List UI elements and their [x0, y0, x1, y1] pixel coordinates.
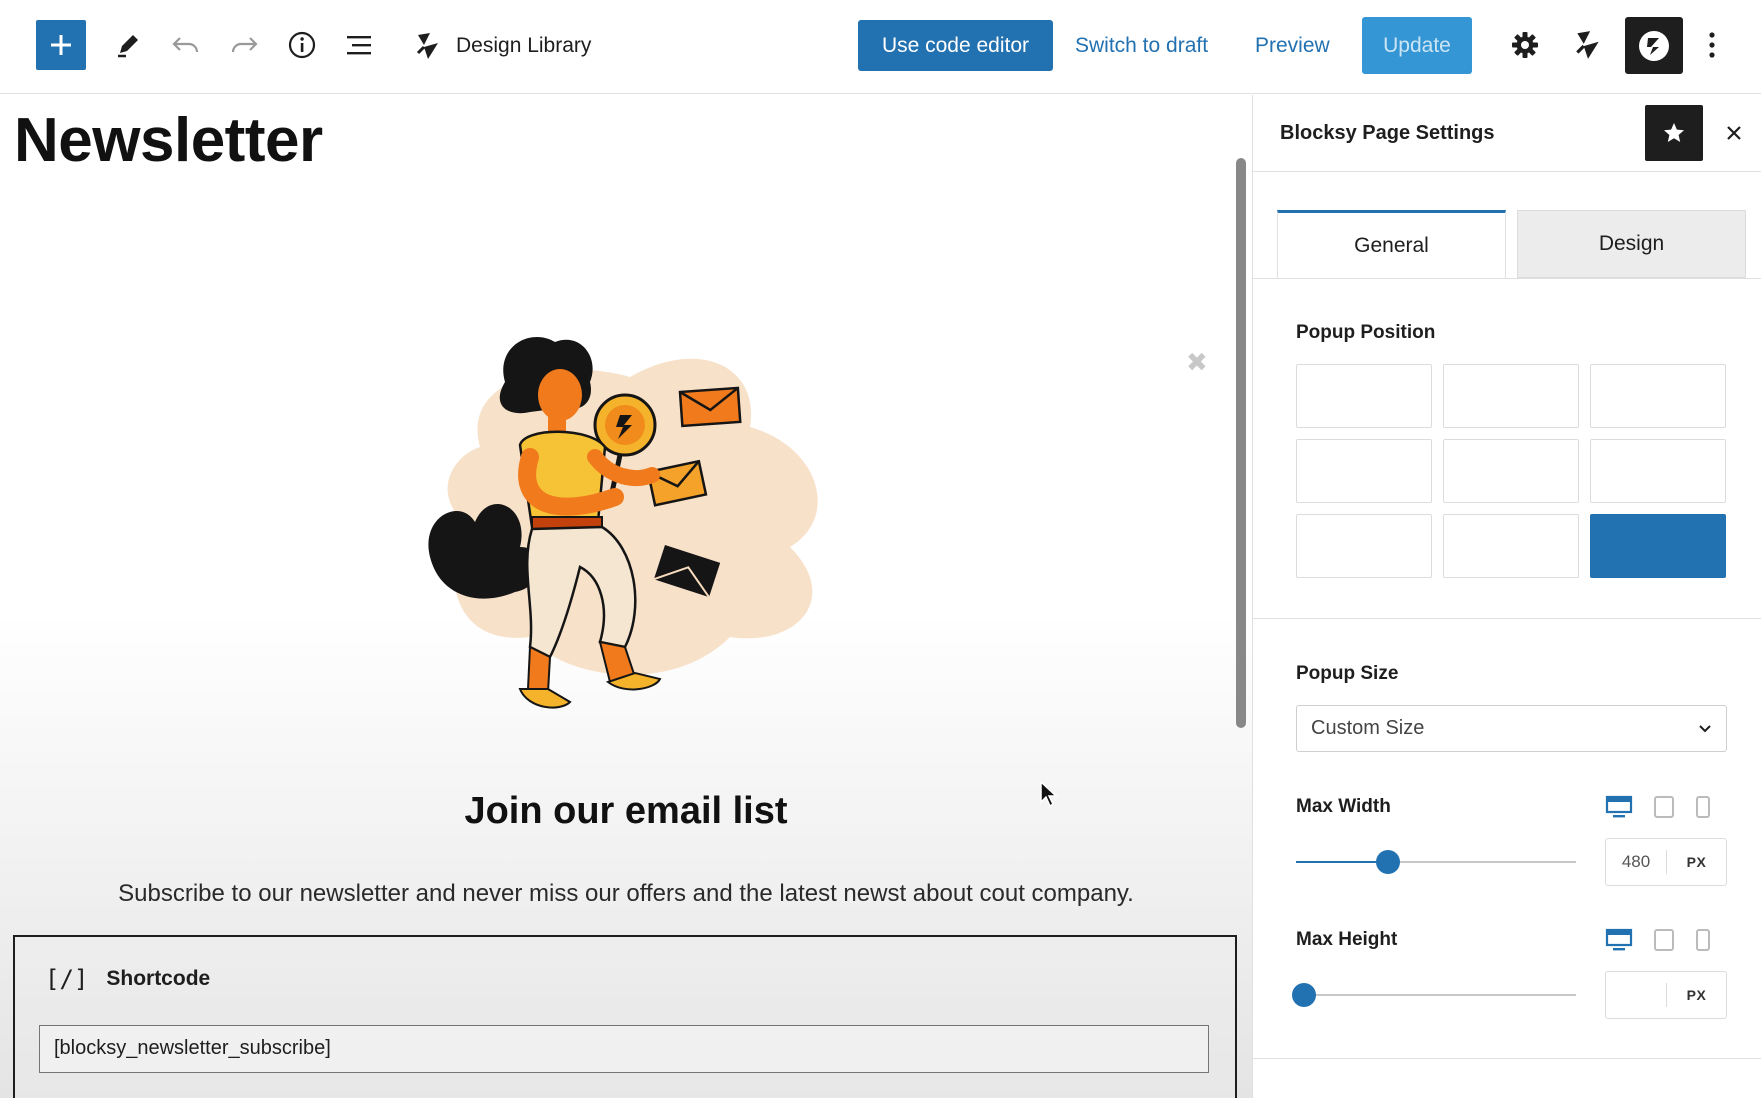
blocksy-settings-button[interactable]	[1625, 17, 1683, 74]
redo-icon	[231, 37, 258, 53]
max-height-slider[interactable]	[1292, 983, 1576, 1007]
settings-tabs: General Design	[1277, 210, 1746, 278]
position-bottom-left[interactable]	[1296, 514, 1432, 578]
info-icon	[288, 31, 316, 59]
tab-general[interactable]: General	[1277, 210, 1506, 278]
position-top-left[interactable]	[1296, 364, 1432, 428]
newsletter-illustration[interactable]	[420, 317, 830, 737]
shortcode-block-header: [/] Shortcode	[45, 965, 210, 993]
shortcode-block[interactable]: [/] Shortcode [blocksy_newsletter_subscr…	[13, 935, 1237, 1098]
position-bottom-right[interactable]	[1590, 514, 1726, 578]
tools-button[interactable]	[105, 22, 151, 68]
max-height-input[interactable]: PX	[1605, 971, 1727, 1019]
update-button[interactable]: Update	[1362, 17, 1472, 74]
mobile-icon[interactable]	[1695, 928, 1711, 952]
undo-button[interactable]	[163, 22, 209, 68]
popup-size-select[interactable]: Custom Size	[1296, 705, 1727, 752]
page-title[interactable]: Newsletter	[14, 105, 323, 176]
max-width-slider-thumb[interactable]	[1376, 850, 1401, 874]
switch-to-draft-button[interactable]: Switch to draft	[1075, 20, 1208, 71]
max-width-value[interactable]: 480	[1606, 852, 1666, 872]
tab-design[interactable]: Design	[1517, 210, 1746, 278]
plus-icon	[51, 35, 71, 55]
desktop-icon[interactable]	[1605, 795, 1633, 819]
max-width-input[interactable]: 480 PX	[1605, 838, 1727, 886]
popup-close-icon[interactable]: ✖	[1186, 347, 1208, 378]
blocksy-icon	[416, 33, 438, 59]
max-width-label: Max Width	[1296, 796, 1391, 817]
more-options-button[interactable]	[1689, 22, 1735, 68]
max-width-slider[interactable]	[1296, 850, 1576, 874]
position-top-center[interactable]	[1443, 364, 1579, 428]
mouse-cursor-icon	[1040, 780, 1058, 808]
tablet-icon[interactable]	[1653, 795, 1675, 819]
mobile-icon[interactable]	[1695, 795, 1711, 819]
shortcode-label: Shortcode	[106, 967, 211, 990]
position-top-right[interactable]	[1590, 364, 1726, 428]
desktop-icon[interactable]	[1605, 928, 1633, 952]
max-width-device-switcher	[1605, 795, 1711, 819]
popup-size-value: Custom Size	[1311, 717, 1425, 739]
sidebar-header: Blocksy Page Settings	[1253, 95, 1761, 172]
popup-size-label: Popup Size	[1296, 663, 1399, 684]
editor-toolbar: Design Library Use code editor Switch to…	[0, 0, 1761, 94]
pencil-icon	[118, 35, 138, 58]
use-code-editor-button[interactable]: Use code editor	[858, 20, 1053, 71]
max-width-slider-fill	[1296, 861, 1389, 863]
close-icon	[1727, 126, 1741, 140]
position-middle-center[interactable]	[1443, 439, 1579, 503]
settings-sidebar: Blocksy Page Settings General Design Pop…	[1252, 95, 1761, 1098]
add-block-button[interactable]	[36, 20, 86, 70]
settings-button[interactable]	[1502, 22, 1548, 68]
max-height-label: Max Height	[1296, 929, 1398, 950]
section-divider	[1253, 618, 1761, 619]
gear-icon	[1512, 32, 1538, 58]
blocksy-panel-button[interactable]	[1565, 22, 1611, 68]
popup-subtext[interactable]: Subscribe to our newsletter and never mi…	[0, 880, 1252, 908]
design-library-label: Design Library	[456, 34, 592, 57]
blocksy-logo-icon	[1639, 30, 1669, 61]
close-sidebar-button[interactable]	[1720, 119, 1748, 147]
canvas-scrollbar[interactable]	[1236, 158, 1246, 728]
max-height-unit[interactable]: PX	[1667, 987, 1726, 1003]
list-view-button[interactable]	[337, 22, 383, 68]
tabs-divider	[1253, 278, 1761, 279]
popup-position-label: Popup Position	[1296, 322, 1436, 343]
shortcode-input[interactable]: [blocksy_newsletter_subscribe]	[39, 1025, 1209, 1073]
max-height-device-switcher	[1605, 928, 1711, 952]
popup-position-grid	[1296, 364, 1727, 578]
list-view-icon	[347, 36, 371, 55]
section-divider	[1253, 1058, 1761, 1059]
sidebar-title: Blocksy Page Settings	[1280, 122, 1495, 144]
position-middle-right[interactable]	[1590, 439, 1726, 503]
design-library-button[interactable]: Design Library	[414, 24, 591, 68]
chevron-down-icon	[1699, 724, 1711, 732]
popup-heading[interactable]: Join our email list	[0, 790, 1252, 833]
redo-button[interactable]	[221, 22, 267, 68]
tablet-icon[interactable]	[1653, 928, 1675, 952]
more-vertical-icon	[1709, 32, 1715, 58]
max-height-slider-thumb[interactable]	[1292, 983, 1317, 1007]
undo-icon	[172, 37, 199, 53]
shortcode-icon: [/]	[45, 965, 89, 993]
editor-canvas[interactable]: Newsletter ✖ Join our email list Subscri…	[0, 95, 1252, 1098]
blocksy-icon	[1576, 31, 1599, 59]
star-icon	[1664, 123, 1684, 142]
preview-button[interactable]: Preview	[1255, 20, 1330, 71]
position-bottom-center[interactable]	[1443, 514, 1579, 578]
details-button[interactable]	[279, 22, 325, 68]
pin-sidebar-button[interactable]	[1645, 105, 1703, 161]
max-width-unit[interactable]: PX	[1667, 854, 1726, 870]
position-middle-left[interactable]	[1296, 439, 1432, 503]
